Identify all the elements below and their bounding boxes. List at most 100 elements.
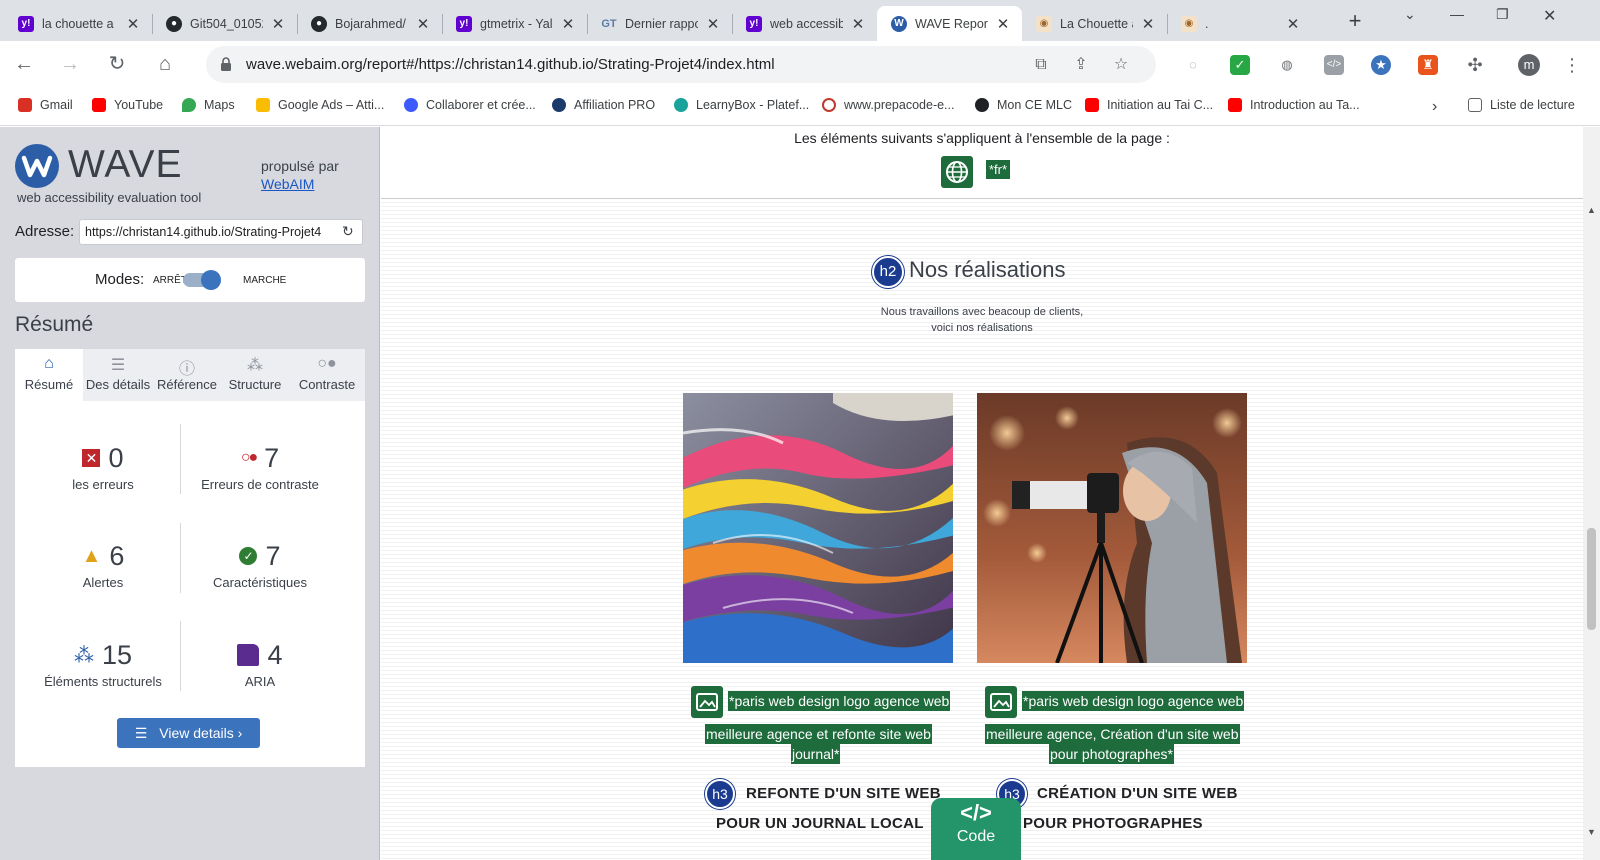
- new-tab-icon[interactable]: +: [1343, 8, 1367, 34]
- share-icon[interactable]: ⇪: [1071, 55, 1091, 75]
- yahoo-icon: y!: [746, 15, 762, 32]
- extension-star-icon[interactable]: ★: [1371, 55, 1391, 75]
- close-icon[interactable]: ✕: [704, 15, 722, 33]
- back-icon[interactable]: ←: [11, 51, 37, 77]
- yahoo-icon: y!: [456, 15, 472, 32]
- alt-text-icon[interactable]: [985, 686, 1017, 718]
- extension-5-icon[interactable]: ♜: [1418, 55, 1438, 75]
- extension-code-icon[interactable]: </>: [1324, 55, 1344, 75]
- close-icon[interactable]: ✕: [1284, 15, 1302, 33]
- extension-1-icon[interactable]: ◌: [1183, 55, 1203, 75]
- view-details-button[interactable]: ☰ View details ›: [117, 718, 260, 748]
- home-icon[interactable]: ⌂: [152, 51, 178, 77]
- refresh-icon[interactable]: ↻: [342, 223, 354, 240]
- browser-tab[interactable]: ● Bojarahmed/ ✕: [297, 6, 442, 41]
- stat-aria[interactable]: 4 ARIA: [180, 638, 340, 689]
- bookmark-item[interactable]: www.prepacode-e...: [822, 98, 954, 112]
- scroll-up-icon[interactable]: ▲: [1587, 205, 1596, 215]
- stat-label: Erreurs de contraste: [201, 477, 319, 492]
- browser-tab[interactable]: ◉ La Chouette a ✕: [1022, 6, 1167, 41]
- stat-errors[interactable]: ✕ 0 les erreurs: [23, 441, 183, 493]
- close-icon[interactable]: ✕: [1139, 15, 1157, 33]
- wave-logo-icon: [15, 144, 59, 188]
- scrollbar-thumb[interactable]: [1587, 528, 1596, 630]
- alt-text-icon[interactable]: [691, 686, 723, 718]
- structural-icon: ⁂: [73, 644, 94, 667]
- bookmark-item[interactable]: Initiation au Tai C...: [1085, 98, 1213, 112]
- h3-badge-icon[interactable]: h3: [705, 779, 735, 809]
- info-icon: ⓘ: [178, 361, 195, 378]
- code-label: Code: [956, 828, 996, 845]
- card-heading-line: REFONTE D'UN SITE WEB: [746, 785, 941, 802]
- forward-icon[interactable]: →: [57, 51, 83, 77]
- extensions-puzzle-icon[interactable]: ✣: [1465, 55, 1485, 75]
- tab-title: Bojarahmed/: [335, 16, 406, 31]
- address-bar[interactable]: wave.webaim.org/report#/https://christan…: [206, 46, 1156, 83]
- error-icon: ✕: [82, 449, 101, 467]
- stat-value: 4: [267, 639, 283, 670]
- tab-reference[interactable]: ⓘ Référence: [153, 349, 221, 401]
- bookmark-item[interactable]: Gmail: [18, 98, 73, 112]
- modes-toggle-knob[interactable]: [201, 270, 221, 290]
- tab-summary[interactable]: ⌂ Résumé: [15, 349, 83, 401]
- browser-tab[interactable]: ◉ . ✕: [1167, 6, 1312, 41]
- bookmark-item[interactable]: Mon CE MLC: [975, 98, 1072, 112]
- close-icon[interactable]: ✕: [269, 15, 287, 33]
- bookmark-item[interactable]: Collaborer et crée...: [404, 98, 536, 112]
- google-ads-icon: [256, 98, 270, 112]
- bookmark-item[interactable]: YouTube: [92, 98, 163, 112]
- extension-3-icon[interactable]: ◍: [1277, 55, 1297, 75]
- stat-alerts[interactable]: ▲ 6 Alertes: [23, 539, 183, 591]
- h2-badge-icon[interactable]: h2: [872, 256, 904, 288]
- tab-details[interactable]: ☰ Des détails: [83, 349, 153, 401]
- stat-structural[interactable]: ⁂ 15 Éléments structurels: [23, 638, 183, 690]
- address-input[interactable]: https://christan14.github.io/Strating-Pr…: [79, 219, 363, 245]
- tab-search-icon[interactable]: ⌄: [1404, 6, 1416, 23]
- alt-text-label: pour photographes*: [1049, 744, 1174, 764]
- stat-features[interactable]: ✓ 7 Caractéristiques: [180, 539, 340, 591]
- bookmark-star-icon[interactable]: ☆: [1111, 55, 1131, 75]
- code-toggle-button[interactable]: </> Code: [931, 798, 1021, 860]
- reading-list[interactable]: Liste de lecture: [1468, 98, 1575, 112]
- bookmark-item[interactable]: Introduction au Ta...: [1228, 98, 1360, 112]
- bookmark-label: www.prepacode-e...: [844, 98, 955, 112]
- reload-icon[interactable]: ↻: [104, 51, 130, 77]
- alt-text-label: meilleure agence et refonte site web: [705, 724, 932, 744]
- close-icon[interactable]: ✕: [414, 15, 432, 33]
- bookmark-item[interactable]: Google Ads – Atti...: [256, 98, 384, 112]
- stat-label: ARIA: [244, 674, 276, 689]
- content-scrollbar[interactable]: ▲ ▼: [1583, 127, 1600, 860]
- close-icon[interactable]: ✕: [124, 15, 142, 33]
- translate-icon[interactable]: ⧉: [1031, 55, 1051, 75]
- browser-tab[interactable]: y! la chouette a ✕: [4, 6, 152, 41]
- browser-tab[interactable]: y! web accessib ✕: [732, 6, 877, 41]
- tab-structure[interactable]: ⁂ Structure: [221, 349, 289, 401]
- browser-tab[interactable]: GT Dernier rappo ✕: [587, 6, 732, 41]
- browser-tab-active[interactable]: W WAVE Report ✕: [877, 6, 1022, 41]
- bookmark-item[interactable]: Maps: [182, 98, 235, 112]
- browser-tab[interactable]: ● Git504_01052 ✕: [152, 6, 297, 41]
- extension-check-icon[interactable]: ✓: [1230, 55, 1250, 75]
- profile-avatar[interactable]: m: [1518, 54, 1540, 76]
- scroll-down-icon[interactable]: ▼: [1587, 827, 1596, 837]
- stat-contrast-errors[interactable]: ○● 7 Erreurs de contraste: [180, 441, 340, 493]
- close-icon[interactable]: ✕: [849, 15, 867, 33]
- summary-panel: ⌂ Résumé ☰ Des détails ⓘ Référence ⁂ Str…: [15, 349, 365, 767]
- webaim-link[interactable]: WebAIM: [261, 176, 314, 192]
- globe-icon[interactable]: [941, 156, 973, 188]
- tab-title: Git504_01052: [190, 16, 263, 31]
- close-icon[interactable]: ✕: [559, 15, 577, 33]
- chevron-right-icon[interactable]: ›: [1432, 98, 1437, 116]
- intro-line: voici nos réalisations: [931, 322, 1033, 334]
- bookmark-item[interactable]: LearnyBox - Platef...: [674, 98, 809, 112]
- close-icon[interactable]: ✕: [994, 15, 1012, 33]
- menu-kebab-icon[interactable]: ⋮: [1562, 55, 1582, 75]
- tab-contrast[interactable]: ○● Contraste: [289, 349, 365, 401]
- alert-icon: ▲: [81, 544, 102, 567]
- browser-tab[interactable]: y! gtmetrix - Yal ✕: [442, 6, 587, 41]
- minimize-icon[interactable]: —: [1450, 6, 1464, 22]
- restore-icon[interactable]: ❐: [1496, 6, 1509, 23]
- section-heading: Nos réalisations: [909, 257, 1066, 282]
- window-close-icon[interactable]: ✕: [1543, 6, 1556, 26]
- bookmark-item[interactable]: Affiliation PRO: [552, 98, 655, 112]
